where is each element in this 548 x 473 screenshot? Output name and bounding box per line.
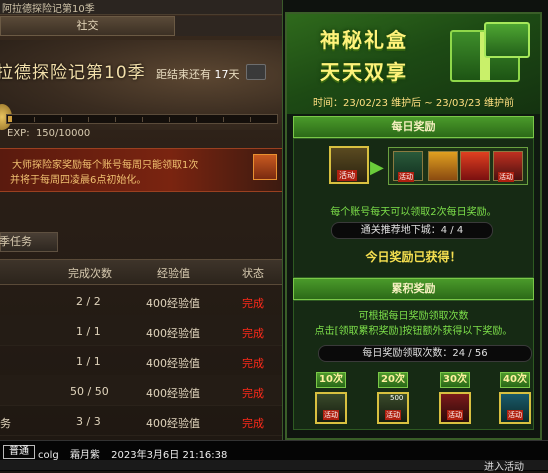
table-row: 2 / 2 400经验值 完成 bbox=[0, 285, 285, 316]
row-exp: 400经验值 bbox=[146, 387, 200, 400]
daily-gift-icon[interactable]: 活动 bbox=[329, 146, 369, 184]
exp-bar-tick bbox=[169, 117, 170, 122]
countdown-value: 17 bbox=[214, 68, 229, 81]
countdown-prefix: 距结束还有 bbox=[156, 68, 211, 81]
col-header-status: 状态 bbox=[242, 267, 264, 280]
starburst-icon[interactable] bbox=[460, 151, 490, 181]
refresh-icon[interactable] bbox=[246, 64, 266, 80]
table-row: 50 / 50 400经验值 完成 bbox=[0, 375, 285, 406]
event-title-line-1: 神秘礼盒 bbox=[320, 28, 408, 52]
exp-bar-tick bbox=[88, 117, 89, 122]
row-name-fragment: 务 bbox=[0, 417, 11, 430]
table-row: 1 / 1 400经验值 完成 bbox=[0, 315, 285, 346]
exp-bar-tick bbox=[250, 117, 251, 122]
event-tag: 活动 bbox=[507, 410, 523, 420]
event-tag: 活动 bbox=[337, 170, 357, 181]
row-status: 完成 bbox=[242, 387, 264, 400]
exp-max: /10000 bbox=[55, 128, 91, 139]
row-status: 完成 bbox=[242, 327, 264, 340]
chat-mode-button[interactable]: 普通 bbox=[3, 445, 35, 459]
event-tag: 活动 bbox=[447, 410, 463, 420]
dungeon-progress: 通关推荐地下城：4 / 4 bbox=[331, 222, 493, 239]
tier-30-label: 30次 bbox=[440, 372, 470, 388]
row-status: 完成 bbox=[242, 417, 264, 430]
exp-bar-tick bbox=[223, 117, 224, 122]
event-tag: 活动 bbox=[498, 172, 514, 182]
tier-40-label: 40次 bbox=[500, 372, 530, 388]
season-countdown: 距结束还有 17天 bbox=[156, 66, 240, 82]
chat-input-strip[interactable] bbox=[0, 460, 548, 470]
daily-reward-info: 每个账号每天可以领取2次每日奖励。 bbox=[330, 207, 497, 218]
tier-20-badge: 500 bbox=[390, 394, 404, 402]
row-exp: 400经验值 bbox=[146, 417, 200, 430]
exp-bar-tick bbox=[115, 117, 116, 122]
tab-season-mission[interactable]: 季任务 bbox=[0, 232, 58, 252]
chat-message: colg 霜月紫 2023年3月6日 21:16:38 bbox=[38, 446, 235, 461]
tier-10-reward-icon[interactable]: 活动 bbox=[315, 392, 347, 424]
event-time: 时间：23/02/23 维护后 ~ 23/03/23 维护前 bbox=[313, 98, 514, 109]
cumulative-progress: 每日奖励领取次数：24 / 56 bbox=[318, 345, 532, 362]
exp-bar-tick bbox=[61, 117, 62, 122]
arrow-right-icon: ▶ bbox=[370, 157, 384, 178]
cumulative-info-line-1: 可根据每日奖励领取次数 bbox=[358, 311, 469, 322]
gem-icon[interactable] bbox=[428, 151, 458, 181]
window-title-bar: 阿拉德探险记第10季 bbox=[0, 0, 285, 15]
row-status: 完成 bbox=[242, 297, 264, 310]
tier-40-reward-icon[interactable]: 活动 bbox=[499, 392, 531, 424]
row-count: 2 / 2 bbox=[76, 295, 101, 308]
col-header-count: 完成次数 bbox=[68, 267, 112, 280]
tier-20-reward-icon[interactable]: 500 活动 bbox=[377, 392, 409, 424]
daily-reward-status: 今日奖励已获得！ bbox=[365, 250, 462, 264]
row-count: 50 / 50 bbox=[70, 385, 109, 398]
exp-progress-fill bbox=[8, 116, 13, 122]
row-count: 1 / 1 bbox=[76, 355, 101, 368]
notice-line-1: 大师探险家奖励每个账号每周只能领取1次 bbox=[12, 160, 199, 171]
event-title-line-2: 天天双享 bbox=[320, 60, 408, 84]
exp-bar-tick bbox=[34, 117, 35, 122]
tab-season-mission-label: 季任务 bbox=[0, 235, 32, 248]
notice-line-2: 并将于每周四凌晨6点初始化。 bbox=[10, 175, 147, 186]
window-title: 阿拉德探险记第10季 bbox=[2, 4, 95, 15]
chat-tail-text: 进入活动 bbox=[484, 462, 524, 473]
gift-box-icon bbox=[484, 22, 530, 58]
col-header-exp: 经验值 bbox=[157, 267, 190, 280]
tier-10-label: 10次 bbox=[316, 372, 346, 388]
exp-label: EXP: bbox=[7, 128, 30, 139]
event-tag: 活动 bbox=[398, 172, 414, 182]
tier-30-reward-icon[interactable]: 活动 bbox=[439, 392, 471, 424]
exp-bar-tick bbox=[142, 117, 143, 122]
event-tag: 活动 bbox=[323, 410, 339, 420]
exp-value: 150 bbox=[35, 128, 56, 139]
sword-icon[interactable]: 活动 bbox=[493, 151, 523, 182]
table-row: 务 3 / 3 400经验值 完成 bbox=[0, 405, 285, 436]
event-tag: 活动 bbox=[385, 410, 401, 420]
countdown-unit: 天 bbox=[228, 68, 240, 81]
row-exp: 400经验值 bbox=[146, 327, 200, 340]
reward-item-icon[interactable]: 活动 bbox=[393, 151, 423, 182]
table-row: 1 / 1 400经验值 完成 bbox=[0, 345, 285, 376]
exp-bar-tick bbox=[196, 117, 197, 122]
tab-social[interactable]: 社交 bbox=[0, 16, 175, 36]
exp-readout: EXP: 150/10000 bbox=[7, 128, 90, 139]
daily-reward-header: 每日奖励 bbox=[293, 116, 534, 138]
tier-20-label: 20次 bbox=[378, 372, 408, 388]
row-status: 完成 bbox=[242, 357, 264, 370]
row-count: 3 / 3 bbox=[76, 415, 101, 428]
row-exp: 400经验值 bbox=[146, 297, 200, 310]
exp-progress-bar bbox=[6, 114, 278, 124]
season-title: 拉德探险记第10季 bbox=[0, 63, 146, 83]
reward-chest-icon[interactable] bbox=[253, 154, 277, 180]
cumulative-info-line-2: 点击[领取累积奖励]按钮额外获得以下奖励。 bbox=[314, 326, 513, 337]
cumulative-reward-header: 累积奖励 bbox=[293, 278, 534, 300]
row-count: 1 / 1 bbox=[76, 325, 101, 338]
row-exp: 400经验值 bbox=[146, 357, 200, 370]
